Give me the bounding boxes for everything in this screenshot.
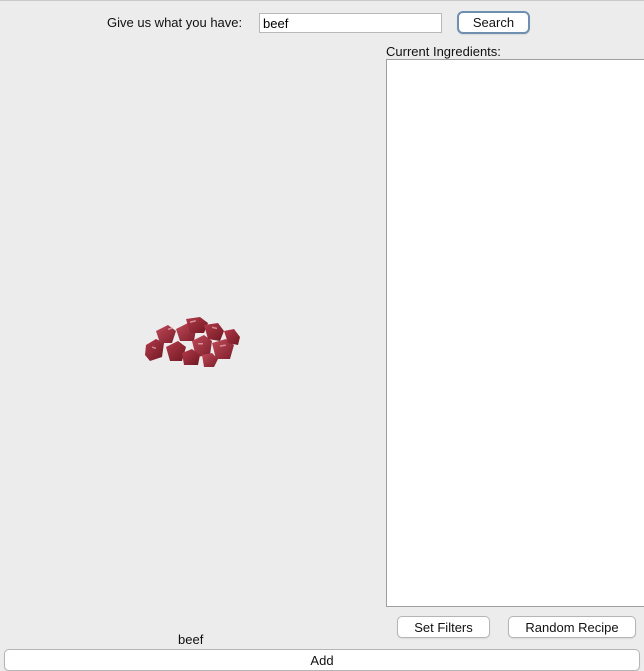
current-ingredients-list[interactable]: [386, 59, 644, 607]
search-button[interactable]: Search: [457, 11, 530, 34]
app-window: Give us what you have: Search Current In…: [0, 0, 644, 671]
current-ingredients-label: Current Ingredients:: [386, 44, 501, 59]
search-label: Give us what you have:: [107, 15, 243, 30]
random-recipe-button[interactable]: Random Recipe: [508, 616, 636, 638]
search-input[interactable]: [259, 13, 442, 33]
ingredient-preview-area: [0, 41, 384, 629]
preview-caption: beef: [178, 632, 204, 647]
set-filters-button[interactable]: Set Filters: [397, 616, 490, 638]
beef-chunks-image: [145, 317, 240, 367]
add-button[interactable]: Add: [4, 649, 640, 671]
